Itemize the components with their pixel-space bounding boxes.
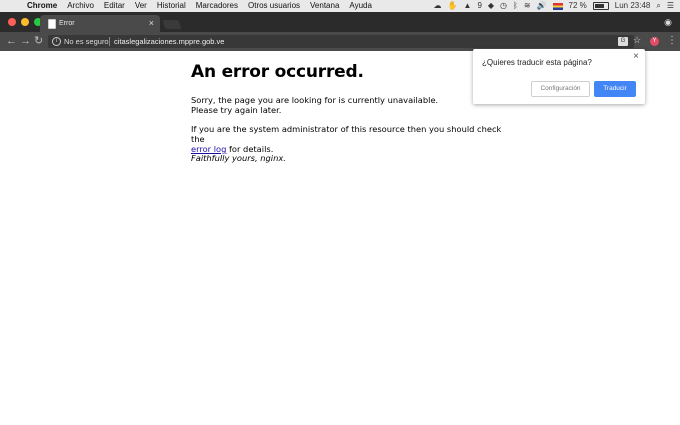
tab-title: Error <box>59 20 75 27</box>
time-machine-icon[interactable]: ◷ <box>500 0 507 12</box>
unavailable-line-1: Sorry, the page you are looking for is c… <box>191 95 439 105</box>
incognito-profile-icon[interactable]: ◉ <box>664 17 672 28</box>
menu-historial[interactable]: Historial <box>157 0 186 12</box>
close-tab-icon[interactable]: × <box>149 15 154 32</box>
spotlight-icon[interactable]: ⌕ <box>656 0 660 12</box>
translate-icon[interactable]: G <box>618 37 628 46</box>
battery-percent[interactable]: 72 % <box>569 0 587 12</box>
app-icon[interactable]: ◆ <box>488 0 494 12</box>
divider <box>109 37 110 46</box>
chrome-menu-icon[interactable]: ⋮ <box>667 35 677 47</box>
hand-icon[interactable]: ✋ <box>448 0 458 12</box>
menu-ver[interactable]: Ver <box>135 0 147 12</box>
new-tab-button[interactable] <box>162 20 182 29</box>
translate-button[interactable]: Traducir <box>594 81 636 97</box>
drive-icon[interactable]: ▲ <box>464 0 472 12</box>
clock[interactable]: Lun 23:48 <box>615 0 651 12</box>
wifi-icon[interactable]: ≋ <box>524 0 531 12</box>
menu-chrome[interactable]: Chrome <box>27 0 57 12</box>
extension-icon[interactable]: Y <box>650 37 659 46</box>
window-controls <box>8 18 42 26</box>
close-window-button[interactable] <box>8 18 16 26</box>
admin-line: If you are the system administrator of t… <box>191 124 502 144</box>
status-number[interactable]: 9 <box>477 0 481 12</box>
page-title: An error occurred. <box>191 62 364 82</box>
unavailable-message: Sorry, the page you are looking for is c… <box>191 95 438 115</box>
reload-icon[interactable]: ↻ <box>34 34 43 48</box>
forward-arrow-icon[interactable]: → <box>20 34 31 48</box>
macos-menu-bar: Chrome Archivo Editar Ver Historial Marc… <box>0 0 680 12</box>
menu-marcadores[interactable]: Marcadores <box>196 0 238 12</box>
menu-ventana[interactable]: Ventana <box>310 0 339 12</box>
app-menus: Chrome Archivo Editar Ver Historial Marc… <box>27 0 372 12</box>
volume-icon[interactable]: 🔊 <box>537 0 547 12</box>
page-content: An error occurred. Sorry, the page you a… <box>191 62 511 163</box>
address-bar[interactable]: i No es seguro citaslegalizaciones.mppre… <box>48 35 634 48</box>
input-source-flag-icon[interactable] <box>552 2 563 10</box>
tab-error[interactable]: Error × <box>40 15 160 32</box>
translate-question: ¿Quieres traducir esta página? <box>482 58 592 67</box>
cloud-icon[interactable]: ☁ <box>434 0 442 12</box>
url-text[interactable]: citaslegalizaciones.mppre.gob.ve <box>114 35 224 48</box>
back-arrow-icon[interactable]: ← <box>6 34 17 48</box>
menu-ayuda[interactable]: Ayuda <box>349 0 372 12</box>
menu-otros-usuarios[interactable]: Otros usuarios <box>248 0 300 12</box>
security-label[interactable]: No es seguro <box>64 35 109 48</box>
minimize-window-button[interactable] <box>21 18 29 26</box>
page-icon <box>48 19 56 29</box>
menu-archivo[interactable]: Archivo <box>67 0 94 12</box>
menu-editar[interactable]: Editar <box>104 0 125 12</box>
bookmark-star-icon[interactable]: ☆ <box>633 35 641 46</box>
battery-icon[interactable] <box>592 2 609 10</box>
notification-center-icon[interactable]: ☰ <box>667 0 674 12</box>
translate-popup: ¿Quieres traducir esta página? × Configu… <box>473 49 645 104</box>
unavailable-line-2: Please try again later. <box>191 105 282 115</box>
tab-strip: Error × ◉ <box>0 12 680 32</box>
admin-message: If you are the system administrator of t… <box>191 124 511 154</box>
info-icon[interactable]: i <box>52 37 61 46</box>
close-icon[interactable]: × <box>633 51 639 62</box>
signature: Faithfully yours, nginx. <box>191 153 286 163</box>
settings-button[interactable]: Configuración <box>531 81 590 97</box>
bluetooth-icon[interactable]: ᛒ <box>513 0 518 12</box>
status-area: ☁ ✋ ▲ 9 ◆ ◷ ᛒ ≋ 🔊 72 % Lun 23:48 ⌕ ☰ <box>434 0 674 12</box>
